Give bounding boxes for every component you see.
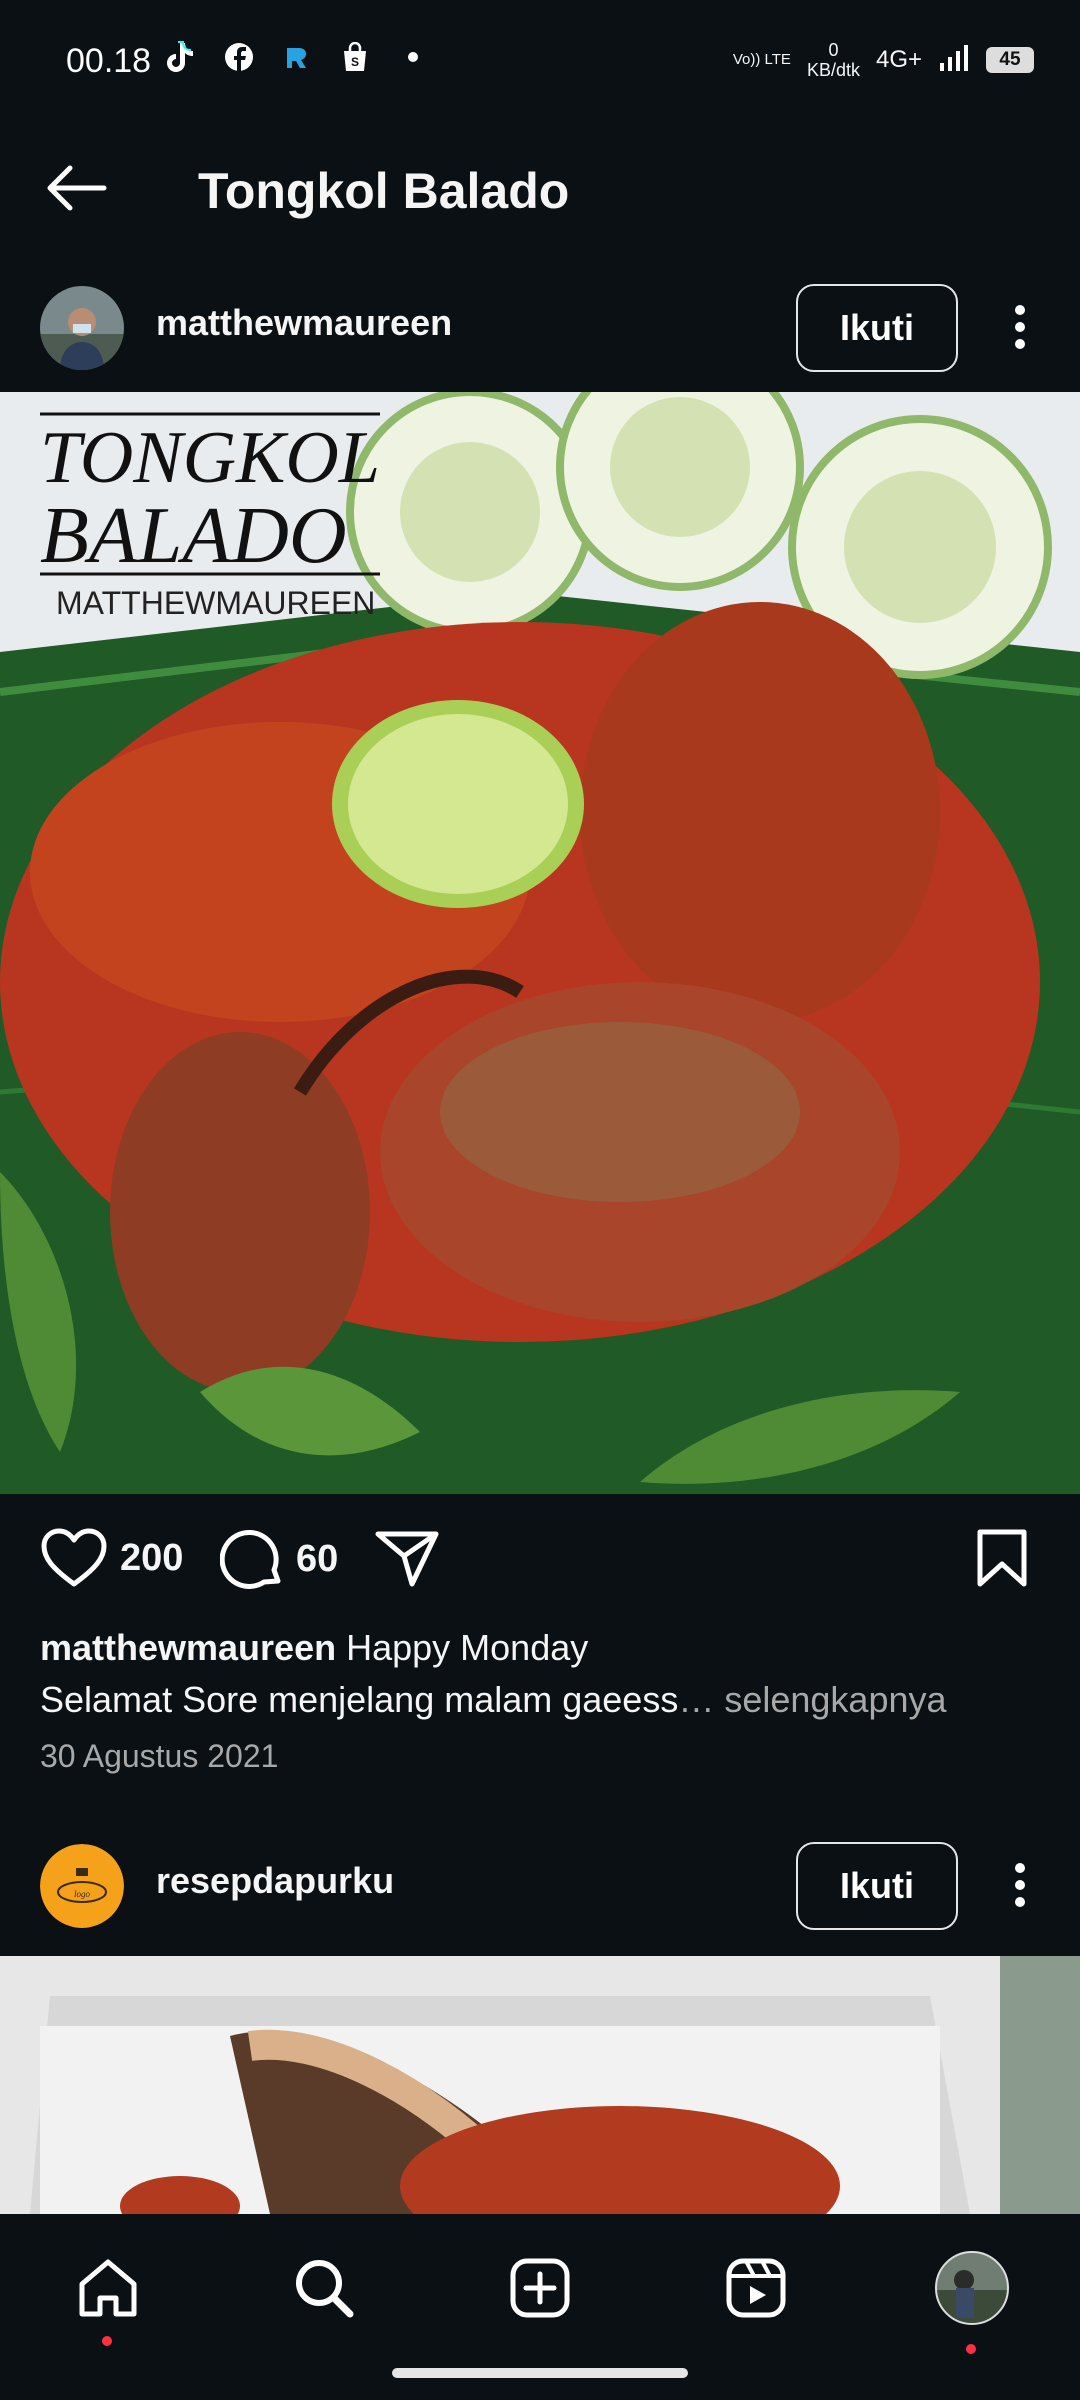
network-type: 4G+ [875,46,922,73]
caption-line2: Selamat Sore menjelang malam gaeess [40,1679,679,1720]
top-app-bar: Tongkol Balado [0,120,1080,260]
post-image[interactable]: TONGKOL BALADO MATTHEWMAUREEN [0,392,1080,1494]
post-actions: 200 60 [0,1506,1080,1616]
heart-icon[interactable] [40,1528,108,1588]
svg-text:logo: logo [74,1889,91,1899]
post-caption: matthewmaureen Happy Monday Selamat Sore… [40,1622,1050,1726]
follow-button[interactable]: Ikuti [796,284,958,372]
post-username-2[interactable]: resepdapurku [156,1860,394,1902]
comment-action[interactable]: 60 [220,1528,338,1590]
profile-avatar[interactable] [932,2248,1012,2328]
volte-indicator: Vo)) LTE [732,51,791,68]
dot-icon [396,40,430,74]
comment-icon[interactable] [220,1528,284,1590]
status-right-indicators: Vo)) LTE 0 KB/dtk 4G+ 45 [733,40,1034,80]
status-app-icons: S [164,40,430,74]
image-watermark: MATTHEWMAUREEN [56,585,375,621]
profile-notification-dot [966,2344,976,2354]
search-icon[interactable] [284,2248,364,2328]
signal-icon [938,43,970,78]
caption-username[interactable]: matthewmaureen [40,1627,336,1668]
battery-icon: 45 [986,47,1034,73]
see-more-link[interactable]: … selengkapnya [678,1679,946,1720]
avatar[interactable] [40,286,124,370]
svg-text:S: S [351,55,359,69]
facebook-icon [222,40,256,74]
like-count: 200 [120,1536,184,1579]
post-header-2: logo resepdapurku Ikuti [0,1820,1080,1950]
bookmark-icon[interactable] [976,1528,1028,1588]
post-image-2[interactable] [0,1956,1080,2214]
follow-button-2[interactable]: Ikuti [796,1842,958,1930]
post-header: matthewmaureen Ikuti [0,262,1080,392]
page-title: Tongkol Balado [198,163,570,219]
network-speed: 0 KB/dtk [806,40,860,80]
comment-count: 60 [296,1537,339,1580]
image-title-line2: BALADO [40,492,347,580]
home-icon[interactable] [68,2248,148,2328]
image-title-line1: TONGKOL [40,417,380,499]
post-username[interactable]: matthewmaureen [156,302,452,344]
back-arrow-icon[interactable] [40,148,120,228]
reels-icon[interactable] [716,2248,796,2328]
home-notification-dot [102,2336,112,2346]
tiktok-icon [164,40,198,74]
bottom-navigation [0,2214,1080,2400]
share-icon[interactable] [374,1528,440,1588]
status-time: 00.18 [66,42,152,80]
home-indicator [392,2368,688,2378]
app-icon [280,40,314,74]
post-date: 30 Agustus 2021 [40,1738,279,1774]
more-options-icon[interactable] [1000,292,1040,362]
like-action[interactable]: 200 [40,1528,183,1588]
status-bar: 00.18 S Vo)) LTE 0 KB/dtk 4G+ 45 [0,0,1080,120]
shopping-bag-icon: S [338,40,372,74]
more-options-icon-2[interactable] [1000,1850,1040,1920]
avatar-2[interactable]: logo [40,1844,124,1928]
caption-text: Happy Monday [336,1627,589,1668]
create-icon[interactable] [500,2248,580,2328]
